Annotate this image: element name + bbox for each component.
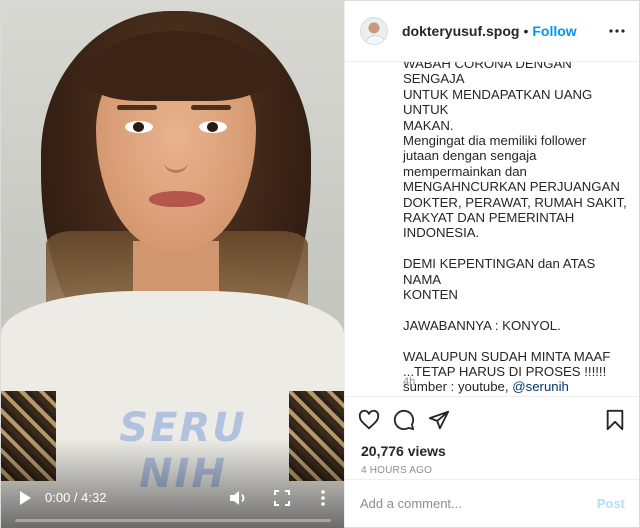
follow-button[interactable]: Follow <box>532 23 576 39</box>
caption-line: MAKAN. <box>403 117 454 133</box>
view-count[interactable]: 20,776 views <box>345 443 639 461</box>
caption-line: WABAH CORONA DENGAN SENGAJA <box>403 62 572 87</box>
video-figure-eye <box>199 121 227 133</box>
caption-line: DEMI KEPENTINGAN dan ATAS NAMA <box>403 256 596 287</box>
fullscreen-icon[interactable] <box>271 487 293 509</box>
post-side-panel: dokteryusuf.spog • Follow WABAH CORONA D… <box>344 1 639 527</box>
video-figure-eye <box>125 121 153 133</box>
bookmark-icon[interactable] <box>603 408 627 432</box>
comment-input[interactable] <box>360 496 597 511</box>
avatar[interactable] <box>360 17 388 45</box>
caption-line: KONTEN <box>403 287 458 303</box>
instagram-post-modal: SERU NIH 0:00 / 4:32 <box>0 0 640 528</box>
video-figure-nose <box>164 151 188 173</box>
heart-icon[interactable] <box>357 408 381 432</box>
caption-line <box>403 241 633 256</box>
caption-line <box>403 302 633 317</box>
caption-line: UNTUK MENDAPATKAN UANG UNTUK <box>403 86 593 118</box>
video-controls: 0:00 / 4:32 <box>1 469 344 528</box>
caption-line: INDONESIA. <box>403 225 480 241</box>
caption-line: MENGAHNCURKAN PERJUANGAN <box>403 179 620 195</box>
video-figure-brow <box>191 105 231 110</box>
video-time: 0:00 / 4:32 <box>45 490 107 505</box>
caption-line: WALAUPUN SUDAH MINTA MAAF <box>403 348 611 364</box>
caption-line: DOKTER, PERAWAT, RUMAH SAKIT, <box>403 194 627 210</box>
post-header: dokteryusuf.spog • Follow <box>345 1 639 62</box>
caption-source-line: sumber : youtube, @serunih <box>403 379 633 394</box>
more-horizontal-icon[interactable] <box>609 23 625 39</box>
caption-line: JAWABANNYA : KONYOL. <box>403 317 561 333</box>
username-link[interactable]: dokteryusuf.spog <box>402 23 519 39</box>
caption-line <box>403 333 633 348</box>
share-icon[interactable] <box>427 408 451 432</box>
caption-text: WABAH CORONA DENGAN SENGAJA UNTUK MENDAPA… <box>403 62 633 395</box>
post-comment-button[interactable]: Post <box>597 496 625 511</box>
mention-link[interactable]: @serunih <box>512 379 569 394</box>
video-progress-bar[interactable] <box>15 519 331 522</box>
caption-age[interactable]: 4h <box>403 376 415 388</box>
video-player[interactable]: SERU NIH 0:00 / 4:32 <box>1 1 344 528</box>
caption-line: mempermainkan dan <box>403 163 527 179</box>
comment-icon[interactable] <box>392 408 416 432</box>
more-vertical-icon[interactable] <box>313 487 333 509</box>
post-caption: WABAH CORONA DENGAN SENGAJA UNTUK MENDAPA… <box>345 62 639 397</box>
volume-icon[interactable] <box>227 487 249 509</box>
comment-bar: Post <box>345 479 639 527</box>
caption-line: ...TETAP HARUS DI PROSES !!!!!! <box>403 364 607 380</box>
caption-line: jutaan dengan sengaja <box>403 148 537 164</box>
caption-line: RAKYAT DAN PEMERINTAH <box>403 210 575 226</box>
play-icon[interactable] <box>14 487 36 509</box>
video-figure-lips <box>149 191 205 207</box>
post-actions <box>345 397 639 443</box>
header-separator: • <box>523 23 529 39</box>
video-figure-brow <box>117 105 157 110</box>
caption-source-prefix: sumber : youtube, <box>403 379 513 395</box>
caption-line: Mengingat dia memiliki follower <box>403 133 587 149</box>
